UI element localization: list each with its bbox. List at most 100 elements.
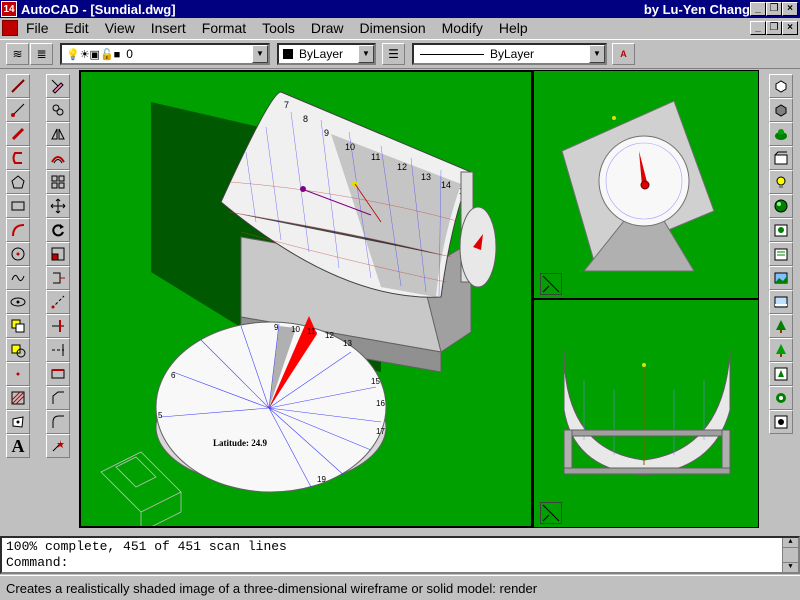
linetype-combo[interactable]: ByLayer ▼ bbox=[412, 43, 607, 65]
command-scrollbar[interactable]: ▲ ▼ bbox=[782, 538, 798, 572]
polygon-icon[interactable] bbox=[6, 170, 30, 194]
viewport-top-right[interactable] bbox=[533, 70, 759, 299]
menu-tools[interactable]: Tools bbox=[262, 20, 295, 36]
autocad-app-icon[interactable]: 14 bbox=[1, 1, 17, 17]
materials-icon[interactable] bbox=[769, 194, 793, 218]
menu-format[interactable]: Format bbox=[202, 20, 246, 36]
menu-view[interactable]: View bbox=[105, 20, 135, 36]
hide-icon[interactable] bbox=[769, 74, 793, 98]
sundial-front-view bbox=[561, 100, 715, 272]
document-icon[interactable] bbox=[2, 20, 18, 36]
layer-dropdown-arrow[interactable]: ▼ bbox=[252, 45, 268, 63]
stretch-icon[interactable] bbox=[46, 266, 70, 290]
menu-modify[interactable]: Modify bbox=[442, 20, 483, 36]
spline-icon[interactable] bbox=[6, 266, 30, 290]
lights-icon[interactable] bbox=[769, 170, 793, 194]
viewport-main[interactable]: 7 8 9 10 11 12 13 14 15 9 10 11 12 bbox=[79, 70, 533, 528]
make-object-layer-current-icon[interactable]: ≋ bbox=[6, 43, 29, 65]
chamfer-icon[interactable] bbox=[46, 386, 70, 410]
mirror-icon[interactable] bbox=[46, 122, 70, 146]
minimize-button[interactable]: _ bbox=[750, 2, 766, 16]
doc-close-button[interactable]: × bbox=[782, 21, 798, 35]
color-combo[interactable]: ByLayer ▼ bbox=[277, 43, 376, 65]
flat-hour-11: 11 bbox=[307, 327, 316, 336]
flat-hour-9: 9 bbox=[274, 323, 279, 332]
flat-hour-6: 6 bbox=[171, 371, 176, 380]
offset-icon[interactable] bbox=[46, 146, 70, 170]
dial-hour-7: 7 bbox=[284, 100, 289, 110]
command-history-line: 100% complete, 451 of 451 scan lines bbox=[6, 539, 287, 554]
doc-minimize-button[interactable]: _ bbox=[750, 21, 766, 35]
ray-icon[interactable] bbox=[6, 98, 30, 122]
spline-arc-icon[interactable] bbox=[6, 218, 30, 242]
lengthen-icon[interactable] bbox=[46, 290, 70, 314]
layer-combo[interactable]: 💡☀▣🔓■ 0 ▼ bbox=[60, 43, 270, 65]
menu-draw[interactable]: Draw bbox=[311, 20, 344, 36]
trim-icon[interactable] bbox=[46, 314, 70, 338]
color-dropdown-arrow[interactable]: ▼ bbox=[358, 45, 374, 63]
render-icon[interactable] bbox=[769, 122, 793, 146]
fog-icon[interactable] bbox=[769, 290, 793, 314]
menu-dimension[interactable]: Dimension bbox=[360, 20, 426, 36]
command-prompt[interactable]: Command: bbox=[6, 555, 68, 571]
scenes-icon[interactable] bbox=[769, 146, 793, 170]
rotate-icon[interactable] bbox=[46, 218, 70, 242]
shade-icon[interactable] bbox=[769, 98, 793, 122]
landscape-new-icon[interactable] bbox=[769, 314, 793, 338]
menu-help[interactable]: Help bbox=[499, 20, 528, 36]
erase-icon[interactable] bbox=[46, 74, 70, 98]
status-message: Creates a realistically shaded image of … bbox=[6, 580, 538, 596]
menu-insert[interactable]: Insert bbox=[151, 20, 186, 36]
extend-icon[interactable] bbox=[46, 338, 70, 362]
copy-icon[interactable] bbox=[46, 98, 70, 122]
command-window[interactable]: 100% complete, 451 of 451 scan lines Com… bbox=[0, 536, 800, 574]
restore-button[interactable]: ❐ bbox=[766, 2, 782, 16]
front-gnomon-tip bbox=[612, 116, 616, 120]
scroll-up-arrow-icon[interactable]: ▲ bbox=[783, 538, 798, 548]
menu-edit[interactable]: Edit bbox=[65, 20, 89, 36]
landscape-edit-icon[interactable] bbox=[769, 338, 793, 362]
linetype-dropdown-arrow[interactable]: ▼ bbox=[589, 45, 605, 63]
list-properties-icon[interactable]: A bbox=[612, 43, 635, 65]
dial-hour-14: 14 bbox=[441, 180, 451, 190]
mapping-icon[interactable] bbox=[769, 242, 793, 266]
menu-file[interactable]: File bbox=[26, 20, 49, 36]
dial-hour-12: 12 bbox=[397, 162, 407, 172]
side-right-leg bbox=[721, 429, 731, 471]
viewport-bottom-right[interactable] bbox=[533, 299, 759, 528]
arc-icon[interactable] bbox=[6, 146, 30, 170]
scroll-down-arrow-icon[interactable]: ▼ bbox=[783, 562, 798, 572]
break-icon[interactable] bbox=[46, 362, 70, 386]
scale-icon[interactable] bbox=[46, 242, 70, 266]
point-icon[interactable] bbox=[6, 362, 30, 386]
materials-library-icon[interactable] bbox=[769, 218, 793, 242]
insert-block-icon[interactable] bbox=[6, 314, 30, 338]
statistics-icon[interactable] bbox=[769, 410, 793, 434]
array-icon[interactable] bbox=[46, 170, 70, 194]
close-button[interactable]: × bbox=[782, 2, 798, 16]
explode-icon[interactable] bbox=[46, 434, 70, 458]
color-swatch-icon bbox=[283, 49, 293, 59]
rectangle-icon[interactable] bbox=[6, 194, 30, 218]
dial-hour-13: 13 bbox=[421, 172, 431, 182]
polyline-icon[interactable] bbox=[6, 122, 30, 146]
ellipse-icon[interactable] bbox=[6, 290, 30, 314]
doc-restore-button[interactable]: ❐ bbox=[766, 21, 782, 35]
move-icon[interactable] bbox=[46, 194, 70, 218]
hatch-icon[interactable] bbox=[6, 386, 30, 410]
linetype-icon[interactable]: ☰ bbox=[382, 43, 405, 65]
region-icon[interactable] bbox=[6, 410, 30, 434]
circle-icon[interactable] bbox=[6, 242, 30, 266]
background-icon[interactable] bbox=[769, 266, 793, 290]
layer-value: 0 bbox=[126, 47, 133, 61]
line-icon[interactable] bbox=[6, 74, 30, 98]
ucs-broken-pencil-icon bbox=[540, 273, 562, 295]
fillet-icon[interactable] bbox=[46, 410, 70, 434]
text-icon[interactable]: A bbox=[6, 434, 30, 458]
render-preferences-icon[interactable] bbox=[769, 386, 793, 410]
flat-hour-5: 5 bbox=[158, 411, 163, 420]
landscape-library-icon[interactable] bbox=[769, 362, 793, 386]
linetype-sample-line bbox=[420, 53, 484, 55]
layers-icon[interactable]: ≣ bbox=[30, 43, 53, 65]
make-block-icon[interactable] bbox=[6, 338, 30, 362]
